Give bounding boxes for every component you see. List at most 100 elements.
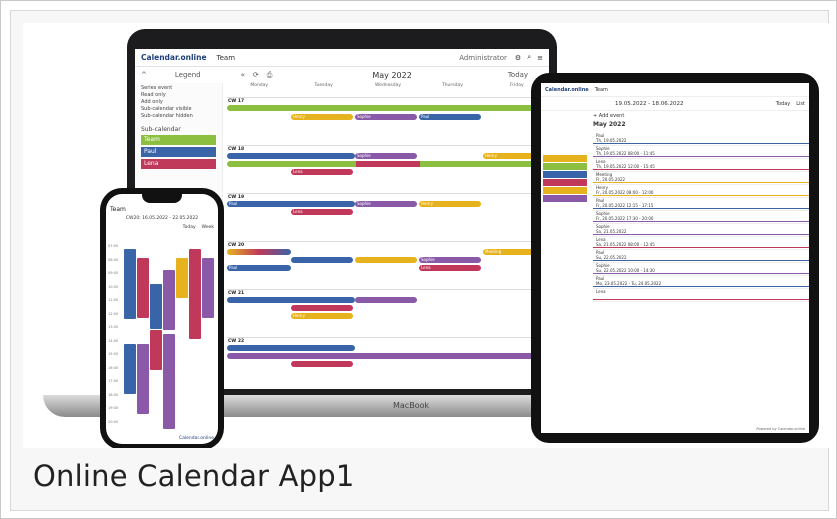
event-bar[interactable] <box>291 257 353 263</box>
back-icon[interactable]: « <box>241 71 245 79</box>
list-item[interactable]: Sophie Sa, 21.05.2022 <box>593 224 809 237</box>
list-item[interactable]: Lena Th, 19.05.2022 12:00 - 15:45 <box>593 159 809 172</box>
event-bar[interactable]: Lena <box>291 169 353 175</box>
sidebar-item-lena[interactable]: Lena <box>141 159 216 169</box>
today-button[interactable]: Today <box>508 71 528 79</box>
sidebar-item[interactable] <box>543 179 587 186</box>
list-item[interactable]: Paul Fr, 20.05.2022 12:15 - 17:15 <box>593 198 809 211</box>
entry-color <box>593 169 809 170</box>
event-block[interactable] <box>163 334 175 429</box>
event-bar[interactable]: Henry <box>291 114 353 120</box>
entry-color <box>593 156 809 157</box>
event-block[interactable] <box>137 344 149 414</box>
event-bar[interactable]: Sophie <box>355 153 417 159</box>
menu-icon[interactable]: ≡ <box>537 54 543 62</box>
list-item[interactable]: Paul Su, 22.05.2022 <box>593 250 809 263</box>
list-item[interactable]: Lena Sa, 21.05.2022 08:00 - 12:45 <box>593 237 809 250</box>
week-button[interactable]: Week <box>202 225 214 230</box>
week-row: CW 17 Henry Sophie Paul <box>227 97 549 145</box>
event-bar[interactable] <box>227 249 291 255</box>
event-bar[interactable] <box>355 257 417 263</box>
laptop-toolbar: ^ Legend « ⟳ ⎙ May 2022 Today <box>135 67 549 83</box>
gear-icon[interactable]: ⚙ <box>515 54 521 62</box>
event-bar[interactable]: Henry <box>419 201 481 207</box>
event-bar[interactable] <box>355 297 417 303</box>
event-bar[interactable] <box>227 353 549 359</box>
collapse-icon[interactable]: ^ <box>141 71 147 79</box>
user-menu[interactable]: Administrator <box>459 54 507 62</box>
sidebar-item-team[interactable]: Team <box>141 135 216 145</box>
list-item[interactable]: Sophie Su, 22.05.2022 10:00 - 14:30 <box>593 263 809 276</box>
sidebar-item[interactable] <box>543 195 587 202</box>
week-row: CW 20 Meeting Sophie Paul Lena <box>227 241 549 289</box>
list-item[interactable]: Sophie Fr, 20.05.2022 17:30 - 20:00 <box>593 211 809 224</box>
refresh-icon[interactable]: ⟳ <box>253 71 259 79</box>
event-bar[interactable]: Sophie <box>419 257 481 263</box>
sidebar-item[interactable] <box>543 187 587 194</box>
event-block[interactable] <box>202 258 214 318</box>
event-bar[interactable]: Paul <box>227 265 291 271</box>
event-bar[interactable]: Sophie <box>355 114 417 120</box>
event-bar[interactable]: Paul <box>419 114 481 120</box>
event-bar[interactable] <box>291 361 353 367</box>
event-block[interactable] <box>150 284 162 329</box>
list-button[interactable]: List <box>796 101 805 107</box>
tablet-view-title: Team <box>594 86 608 93</box>
event-bar[interactable]: Henry <box>291 313 353 319</box>
list-item[interactable]: Paul Th, 19.05.2022 <box>593 133 809 146</box>
page-frame: Calendar.online Team Administrator ⚙ ⌕ ≡… <box>0 0 837 519</box>
add-event-button[interactable]: + Add event <box>593 113 809 121</box>
list-item[interactable]: Sophie Th, 19.05.2022 08:00 - 11:45 <box>593 146 809 159</box>
event-bar[interactable]: Paul <box>227 201 355 207</box>
event-bar[interactable]: Lena <box>419 265 481 271</box>
tablet-footer: Powered by Calendar.online <box>756 427 805 431</box>
legend-item: Add only <box>141 99 163 105</box>
event-bar[interactable]: Lena <box>291 209 353 215</box>
list-item[interactable]: Paul Mo, 23.05.2022 - Tu, 24.05.2022 <box>593 276 809 289</box>
sidebar-item[interactable] <box>543 163 587 170</box>
today-button[interactable]: Today <box>183 225 196 230</box>
search-icon[interactable]: ⌕ <box>527 53 531 62</box>
event-bar[interactable] <box>227 105 549 111</box>
list-item[interactable]: Henry Fr, 20.05.2022 08:00 - 12:00 <box>593 185 809 198</box>
event-bar[interactable] <box>291 305 353 311</box>
weekday-label: Monday <box>250 83 269 88</box>
list-item[interactable]: Meeting Fr, 20.05.2022 <box>593 172 809 185</box>
laptop-topbar: Calendar.online Team Administrator ⚙ ⌕ ≡ <box>135 49 549 67</box>
entry-color <box>593 221 809 222</box>
month-title[interactable]: May 2022 <box>372 71 411 80</box>
event-block[interactable] <box>137 258 149 318</box>
legend-item: Sub-calendar hidden <box>141 113 193 119</box>
subcalendar-label: Sub-calendar <box>141 126 181 133</box>
event-block[interactable] <box>189 249 201 339</box>
event-block[interactable] <box>124 249 136 319</box>
phone-view-title: Team <box>110 206 126 213</box>
phone-toolbar: Today Week <box>106 225 218 230</box>
sidebar-item-paul[interactable]: Paul <box>141 147 216 157</box>
event-bar[interactable] <box>227 153 355 159</box>
event-bar[interactable] <box>227 297 355 303</box>
date-range[interactable]: 19.05.2022 - 18.06.2022 <box>615 101 683 107</box>
event-block[interactable] <box>150 330 162 370</box>
today-button[interactable]: Today <box>776 101 790 107</box>
tablet-brand: Calendar.online <box>545 86 589 93</box>
week-label: CW 17 <box>228 99 245 104</box>
tablet-sidebar <box>541 113 589 433</box>
event-block[interactable] <box>176 258 188 298</box>
event-bar[interactable] <box>227 161 549 167</box>
event-bar[interactable] <box>227 345 355 351</box>
hour-label: 12:00 <box>108 311 119 316</box>
sidebar-item[interactable] <box>543 171 587 178</box>
print-icon[interactable]: ⎙ <box>267 71 273 80</box>
sidebar-item[interactable] <box>543 155 587 162</box>
event-block[interactable] <box>163 270 175 330</box>
event-bar[interactable]: Sophie <box>355 201 417 207</box>
entry-color <box>593 299 809 300</box>
event-block[interactable] <box>124 344 136 394</box>
list-item[interactable]: Lena <box>593 289 809 302</box>
event-list: + Add event May 2022 Paul Th, 19.05.2022 … <box>593 113 809 433</box>
weekday-label: Thursday <box>441 83 463 88</box>
view-title: Team <box>216 53 236 62</box>
phone-range[interactable]: CW20: 16.05.2022 - 22.05.2022 <box>106 216 218 221</box>
entry-color <box>593 195 809 196</box>
